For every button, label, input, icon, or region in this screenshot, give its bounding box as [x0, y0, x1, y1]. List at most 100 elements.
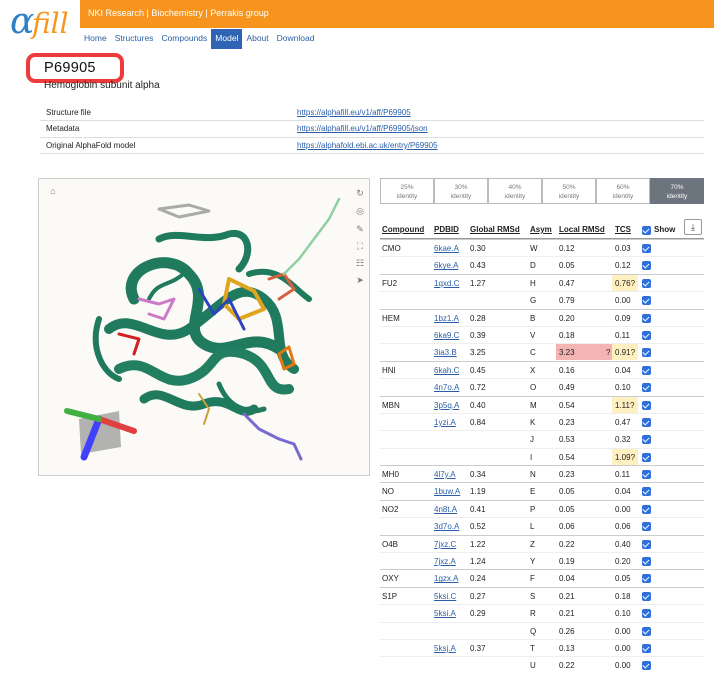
- pdbid-link[interactable]: 1gzx.A: [434, 574, 458, 583]
- tab-identity-70[interactable]: 70% identity: [650, 178, 704, 204]
- compound-cell: S1P: [382, 591, 398, 601]
- show-checkbox[interactable]: [642, 591, 651, 601]
- asym-cell: J: [530, 435, 534, 445]
- molecule-viewer[interactable]: ⌂ ↻ ◎ ✎ ⛶ ☷ ➤: [38, 178, 370, 476]
- show-checkbox[interactable]: [642, 661, 651, 671]
- show-checkbox[interactable]: [642, 313, 651, 323]
- pdbid-link[interactable]: 5ksi.C: [434, 592, 456, 601]
- show-checkbox[interactable]: [642, 557, 651, 567]
- show-checkbox[interactable]: [642, 383, 651, 393]
- pdbid-link[interactable]: 6kae.A: [434, 244, 459, 253]
- tab-identity-40[interactable]: 40% identity: [488, 178, 542, 204]
- pdbid-link[interactable]: 4n7o.A: [434, 383, 459, 392]
- sliders-icon[interactable]: ☷: [354, 257, 366, 269]
- metadata-link[interactable]: https://alphafill.eu/v1/aff/P69905/json: [297, 124, 428, 133]
- nav-download[interactable]: Download: [273, 29, 319, 49]
- show-checkbox[interactable]: [642, 574, 651, 584]
- table-row: NO 1buw.A 1.19 E 0.05 0.04: [380, 482, 704, 499]
- show-checkbox[interactable]: [642, 522, 651, 532]
- tab-pct: 70%: [670, 184, 684, 191]
- table-row: 3d7o.A 0.52 L 0.06 0.06: [380, 517, 704, 534]
- pdbid-link[interactable]: 7jxz.C: [434, 540, 456, 549]
- show-checkbox[interactable]: [642, 244, 651, 253]
- table-row: S1P 5ksi.C 0.27 S 0.21 0.18: [380, 586, 704, 604]
- asym-cell: W: [530, 244, 538, 253]
- pdbid-link[interactable]: 1qxd.C: [434, 279, 459, 288]
- pdbid-link[interactable]: 6kah.C: [434, 366, 459, 375]
- structure-file-link[interactable]: https://alphafill.eu/v1/aff/P69905: [297, 108, 411, 117]
- asym-cell: C: [530, 348, 536, 358]
- show-checkbox[interactable]: [642, 626, 651, 636]
- table-row: OXY 1gzx.A 0.24 F 0.04 0.05: [380, 569, 704, 586]
- pdbid-link[interactable]: 6ka9.C: [434, 331, 459, 340]
- pdbid-link[interactable]: 1bz1.A: [434, 314, 459, 323]
- alphafold-link[interactable]: https://alphafold.ebi.ac.uk/entry/P69905: [297, 141, 438, 150]
- cursor-icon[interactable]: ➤: [354, 274, 366, 286]
- show-checkbox[interactable]: [642, 504, 651, 514]
- pdbid-link[interactable]: 5ksj.A: [434, 644, 456, 653]
- header-global-rmsd[interactable]: Global RMSd: [470, 225, 520, 234]
- target-icon[interactable]: ◎: [354, 205, 366, 217]
- asym-cell: L: [530, 522, 535, 532]
- header-tcs[interactable]: TCS: [615, 225, 631, 234]
- show-all-checkbox[interactable]: [642, 226, 651, 235]
- show-checkbox[interactable]: [642, 400, 651, 410]
- tab-identity-30[interactable]: 30% identity: [434, 178, 488, 204]
- show-checkbox[interactable]: [642, 261, 651, 271]
- show-checkbox[interactable]: [642, 348, 651, 358]
- show-checkbox[interactable]: [642, 417, 651, 427]
- pdbid-link[interactable]: 3d7o.A: [434, 522, 459, 531]
- refresh-icon[interactable]: ↻: [354, 187, 366, 199]
- pdbid-link[interactable]: 7jxz.A: [434, 557, 456, 566]
- pdbid-link[interactable]: 4n8t.A: [434, 505, 457, 514]
- show-checkbox[interactable]: [642, 330, 651, 340]
- tab-identity-60[interactable]: 60% identity: [596, 178, 650, 204]
- tab-pct: 50%: [562, 184, 576, 191]
- table-row: 1yzi.A 0.84 K 0.23 0.47: [380, 412, 704, 430]
- pdbid-link[interactable]: 1yzi.A: [434, 418, 456, 427]
- expand-icon[interactable]: ⛶: [354, 240, 366, 252]
- nav-about[interactable]: About: [242, 29, 272, 49]
- tab-identity-25[interactable]: 25% identity: [380, 178, 434, 204]
- protein-structure-render[interactable]: [39, 179, 369, 475]
- global-rmsd-cell: 1.27: [470, 278, 486, 288]
- global-rmsd-cell: 0.28: [470, 313, 486, 323]
- nav-home[interactable]: Home: [80, 29, 111, 49]
- pdbid-link[interactable]: 5ksi.A: [434, 609, 456, 618]
- pdbid-link[interactable]: 1buw.A: [434, 487, 460, 496]
- pdbid-link[interactable]: 6kye.A: [434, 261, 458, 270]
- local-rmsd-cell: 0.20: [559, 313, 575, 323]
- pdbid-link[interactable]: 3p5q.A: [434, 401, 459, 410]
- logo-alpha: α: [10, 1, 35, 42]
- table-row: U 0.22 0.00: [380, 656, 704, 673]
- show-checkbox[interactable]: [642, 452, 651, 462]
- asym-cell: U: [530, 661, 536, 671]
- global-rmsd-cell: 0.39: [470, 330, 486, 340]
- header-pdbid[interactable]: PDBID: [434, 225, 459, 234]
- molecule-icon[interactable]: ⌂: [47, 185, 59, 197]
- show-checkbox[interactable]: [642, 365, 651, 375]
- show-checkbox[interactable]: [642, 278, 651, 288]
- alphafill-logo[interactable]: α fill: [8, 2, 80, 46]
- pdbid-link[interactable]: 3ia3.B: [434, 348, 457, 357]
- global-rmsd-cell: 1.22: [470, 539, 486, 549]
- show-checkbox[interactable]: [642, 435, 651, 445]
- show-checkbox[interactable]: [642, 609, 651, 619]
- show-checkbox[interactable]: [642, 487, 651, 497]
- header-local-rmsd[interactable]: Local RMSd: [559, 225, 605, 234]
- header-compound[interactable]: Compound: [382, 225, 424, 234]
- show-checkbox[interactable]: [642, 296, 651, 306]
- local-rmsd-cell: 0.53: [559, 435, 575, 445]
- nav-model[interactable]: Model: [211, 29, 243, 49]
- nav-compounds[interactable]: Compounds: [157, 29, 211, 49]
- nav-structures[interactable]: Structures: [111, 29, 158, 49]
- tab-identity-50[interactable]: 50% identity: [542, 178, 596, 204]
- wrench-icon[interactable]: ✎: [354, 223, 366, 235]
- show-checkbox[interactable]: [642, 470, 651, 480]
- pdbid-link[interactable]: 4l7y.A: [434, 470, 456, 479]
- asym-cell: S: [530, 591, 536, 601]
- header-asym[interactable]: Asym: [530, 225, 552, 234]
- table-row: FU2 1qxd.C 1.27 H 0.47 0.76?: [380, 273, 704, 291]
- show-checkbox[interactable]: [642, 539, 651, 549]
- show-checkbox[interactable]: [642, 643, 651, 653]
